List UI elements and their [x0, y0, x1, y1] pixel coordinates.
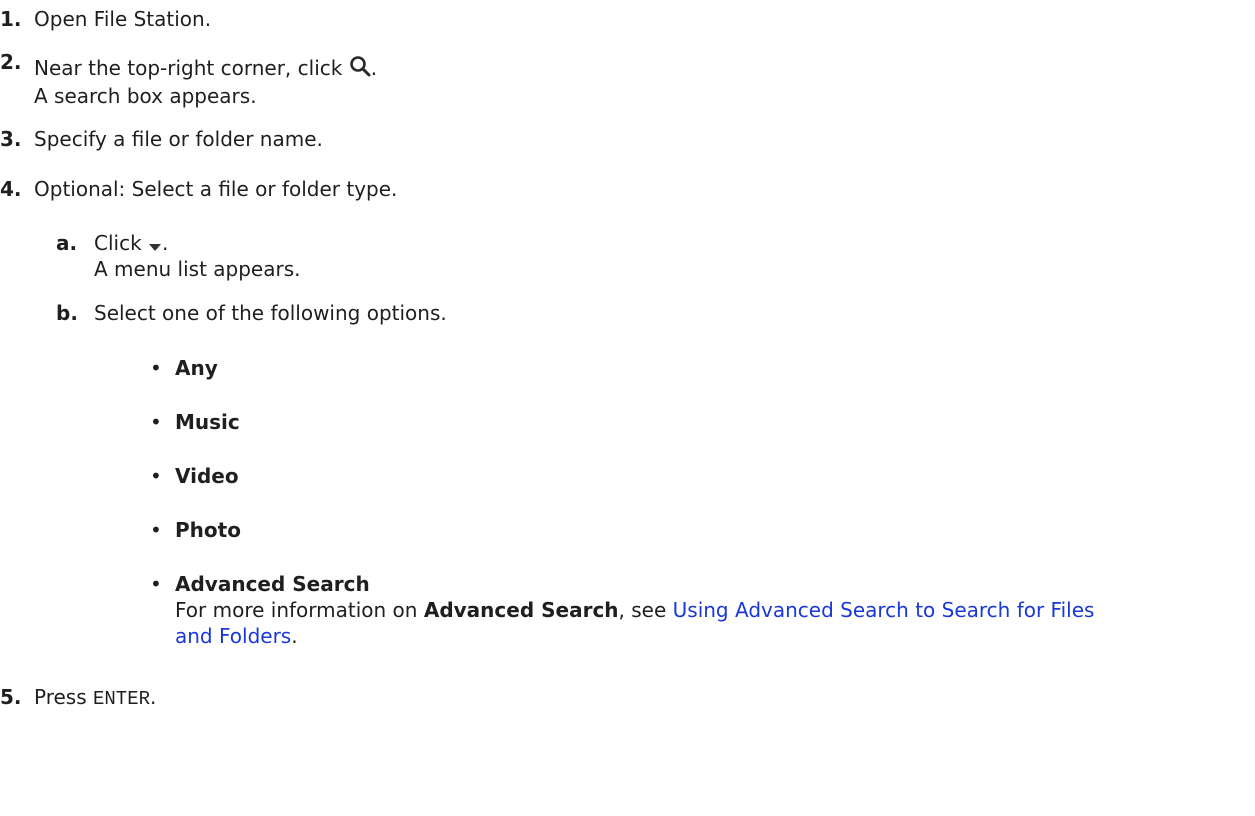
substep-result: A menu list appears.: [94, 257, 301, 281]
step-text-line: Near the top-right corner, click .: [34, 55, 377, 83]
substep-text-line: Click .: [94, 230, 168, 258]
step-number: 3.: [0, 127, 22, 151]
note-suffix: .: [291, 624, 298, 648]
step-number: 1.: [0, 7, 22, 31]
option-label: Music: [175, 410, 240, 434]
advanced-search-link[interactable]: Using Advanced Search to Search for File…: [673, 598, 1095, 622]
bullet: •: [150, 572, 162, 596]
search-icon: [349, 55, 371, 83]
step-text: Open File Station.: [34, 7, 212, 31]
substep-text: Click: [94, 231, 142, 255]
note-middle: , see: [618, 598, 667, 622]
step-number: 5.: [0, 685, 22, 709]
advanced-search-note-line2: and Folders.: [175, 623, 298, 649]
note-bold-term: Advanced Search: [423, 598, 619, 622]
option-label: Advanced Search: [175, 572, 370, 596]
note-prefix: For more information on: [175, 598, 418, 622]
step-result: A search box appears.: [34, 84, 257, 108]
substep-text-end: .: [162, 231, 169, 255]
step-number: 4.: [0, 177, 22, 201]
bullet: •: [150, 356, 162, 380]
step-text: Near the top-right corner, click: [34, 56, 343, 80]
option-label: Video: [175, 464, 239, 488]
step-text-line: Press ENTER.: [34, 684, 156, 712]
step-text: Specify a file or folder name.: [34, 127, 323, 151]
step-text: Optional: Select a file or folder type.: [34, 177, 398, 201]
key-code: ENTER: [93, 688, 151, 710]
step-text-end: .: [150, 685, 157, 709]
bullet: •: [150, 464, 162, 488]
substep-text: Select one of the following options.: [94, 301, 447, 325]
option-label: Photo: [175, 518, 241, 542]
step-number: 2.: [0, 50, 22, 74]
step-text-end: .: [370, 56, 378, 80]
advanced-search-link-cont[interactable]: and Folders: [175, 624, 291, 648]
bullet: •: [150, 518, 162, 542]
option-label: Any: [175, 356, 218, 380]
advanced-search-note: For more information on Advanced Search,…: [175, 597, 1094, 623]
bullet: •: [150, 410, 162, 434]
substep-label: a.: [56, 231, 78, 255]
substep-label: b.: [56, 301, 78, 325]
step-text: Press: [34, 685, 87, 709]
dropdown-arrow-icon: [148, 232, 162, 258]
